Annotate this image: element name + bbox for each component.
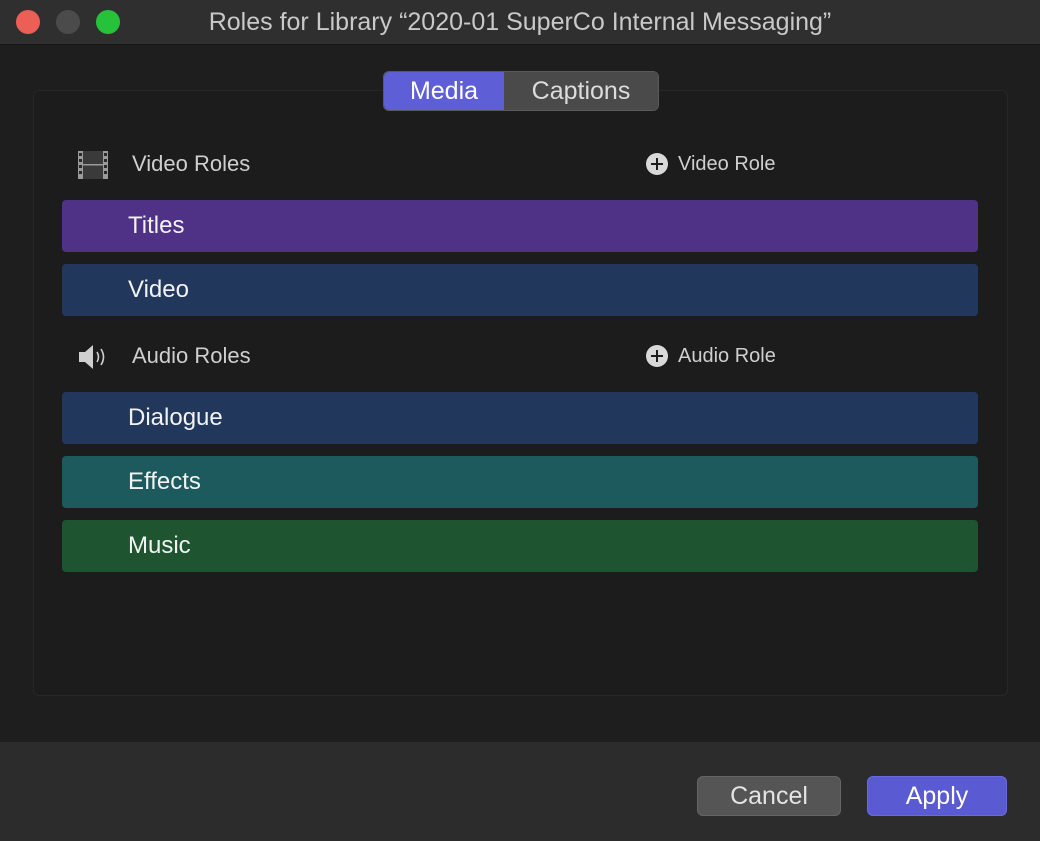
add-video-role-label: Video Role (678, 152, 776, 175)
tab-captions[interactable]: Captions (504, 72, 658, 110)
video-roles-header: Video Roles Video Role (62, 144, 978, 184)
role-row-music[interactable]: Music (62, 520, 978, 572)
video-roles-label: Video Roles (132, 151, 251, 176)
add-video-role-button[interactable]: Video Role (646, 151, 775, 177)
audio-roles-header: Audio Roles Audio Role (62, 336, 978, 376)
dialog-footer: Cancel Apply (0, 742, 1040, 841)
apply-button[interactable]: Apply (867, 776, 1007, 816)
role-label: Music (128, 532, 191, 559)
plus-circle-icon (646, 345, 668, 367)
speaker-icon (76, 342, 110, 372)
title-bar: Roles for Library “2020-01 SuperCo Inter… (0, 0, 1040, 45)
add-audio-role-label: Audio Role (678, 344, 776, 367)
tab-media[interactable]: Media (384, 72, 504, 110)
window-title: Roles for Library “2020-01 SuperCo Inter… (208, 8, 832, 36)
film-strip-icon (76, 150, 110, 180)
cancel-button[interactable]: Cancel (697, 776, 841, 816)
role-row-effects[interactable]: Effects (62, 456, 978, 508)
role-row-dialogue[interactable]: Dialogue (62, 392, 978, 444)
add-audio-role-button[interactable]: Audio Role (646, 343, 776, 369)
role-row-titles[interactable]: Titles (62, 200, 978, 252)
role-row-video[interactable]: Video (62, 264, 978, 316)
role-label: Video (128, 276, 189, 303)
dialog-content: Media Captions Video Roles Video Role Ti… (0, 45, 1040, 742)
plus-circle-icon (646, 153, 668, 175)
media-captions-segmented-control: Media Captions (383, 71, 659, 111)
role-label: Effects (128, 468, 201, 495)
audio-roles-label: Audio Roles (132, 343, 251, 368)
role-label: Dialogue (128, 404, 223, 431)
role-label: Titles (128, 212, 185, 239)
